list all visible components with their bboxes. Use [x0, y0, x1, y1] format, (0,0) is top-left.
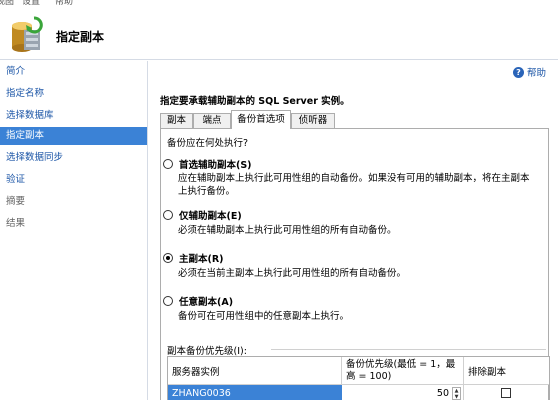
grid-header: 服务器实例 备份优先级(最低 = 1，最高 = 100) 排除副本 — [168, 357, 549, 385]
radio-secondary-only[interactable] — [163, 210, 173, 220]
option-label: 首选辅助副本(S) — [179, 160, 252, 171]
sidebar-item-summary: 摘要 — [6, 196, 26, 207]
tab-listener[interactable]: 侦听器 — [291, 113, 335, 128]
sidebar-item-specify-name[interactable]: 指定名称 — [0, 85, 147, 103]
option-description: 应在辅助副本上执行此可用性组的自动备份。如果没有可用的辅助副本，将在主副本上执行… — [178, 173, 530, 197]
wizard-header: 指定副本 — [0, 6, 558, 60]
option-description: 必须在当前主副本上执行此可用性组的所有自动备份。 — [178, 268, 407, 279]
tab-backup-preferences[interactable]: 备份首选项 — [231, 110, 291, 129]
option-description: 备份可在可用性组中的任意副本上执行。 — [178, 311, 350, 322]
group-divider — [271, 349, 546, 350]
sidebar-item-specify-replicas[interactable]: 指定副本 — [0, 127, 147, 145]
wizard-sidebar: 简介 指定名称 选择数据库 指定副本 选择数据同步 验证 摘要 结果 — [0, 61, 148, 400]
radio-primary[interactable] — [163, 253, 173, 263]
option-label: 任意副本(A) — [179, 297, 234, 308]
exclude-replica-checkbox[interactable] — [501, 388, 511, 398]
option-label: 主副本(R) — [179, 254, 224, 265]
replica-priority-group-label: 副本备份优先级(I): — [167, 346, 247, 357]
option-any-replica[interactable]: 任意副本(A) — [163, 294, 233, 308]
option-secondary-only[interactable]: 仅辅助副本(E) — [163, 208, 242, 222]
exclude-cell — [464, 385, 549, 400]
database-stack-icon — [12, 16, 43, 52]
backup-location-question: 备份应在何处执行? — [167, 138, 249, 149]
page-title: 指定副本 — [56, 30, 105, 44]
column-header-server[interactable]: 服务器实例 — [168, 357, 342, 385]
column-header-exclude[interactable]: 排除副本 — [464, 357, 549, 385]
option-label: 仅辅助副本(E) — [179, 211, 242, 222]
radio-any-replica[interactable] — [163, 296, 173, 306]
tab-endpoints[interactable]: 端点 — [193, 113, 231, 128]
tab-replicas[interactable]: 副本 — [160, 113, 193, 128]
help-link[interactable]: ? 帮助 — [512, 65, 546, 79]
option-description: 必须在辅助副本上执行此可用性组的所有自动备份。 — [178, 225, 397, 236]
table-row[interactable]: ZHANG0036 50 ▲ ▼ — [168, 385, 549, 400]
priority-stepper[interactable]: ▲ ▼ — [452, 387, 461, 400]
option-primary[interactable]: 主副本(R) — [163, 251, 224, 265]
replica-priority-grid: 服务器实例 备份优先级(最低 = 1，最高 = 100) 排除副本 ZHANG0… — [167, 356, 550, 400]
instruction-text: 指定要承载辅助副本的 SQL Server 实例。 — [160, 96, 350, 107]
help-icon: ? — [512, 66, 524, 78]
server-instance-cell[interactable]: ZHANG0036 — [168, 385, 342, 400]
sidebar-item-introduction[interactable]: 简介 — [0, 63, 147, 81]
sidebar-item-select-data-sync[interactable]: 选择数据同步 — [0, 149, 147, 167]
priority-value: 50 — [436, 388, 449, 399]
sidebar-item-validation[interactable]: 验证 — [0, 171, 147, 189]
priority-cell[interactable]: 50 ▲ ▼ — [342, 385, 464, 400]
radio-prefer-secondary[interactable] — [163, 159, 173, 169]
column-header-priority[interactable]: 备份优先级(最低 = 1，最高 = 100) — [342, 357, 464, 385]
backup-preferences-panel: 备份应在何处执行? 首选辅助副本(S) 应在辅助副本上执行此可用性组的自动备份。… — [160, 128, 550, 400]
sidebar-item-results: 结果 — [6, 218, 26, 229]
sidebar-item-select-databases[interactable]: 选择数据库 — [0, 107, 147, 125]
option-prefer-secondary[interactable]: 首选辅助副本(S) — [163, 157, 252, 171]
main-panel: ? 帮助 指定要承载辅助副本的 SQL Server 实例。 副本 端点 备份首… — [149, 61, 558, 400]
help-label: 帮助 — [526, 68, 546, 79]
